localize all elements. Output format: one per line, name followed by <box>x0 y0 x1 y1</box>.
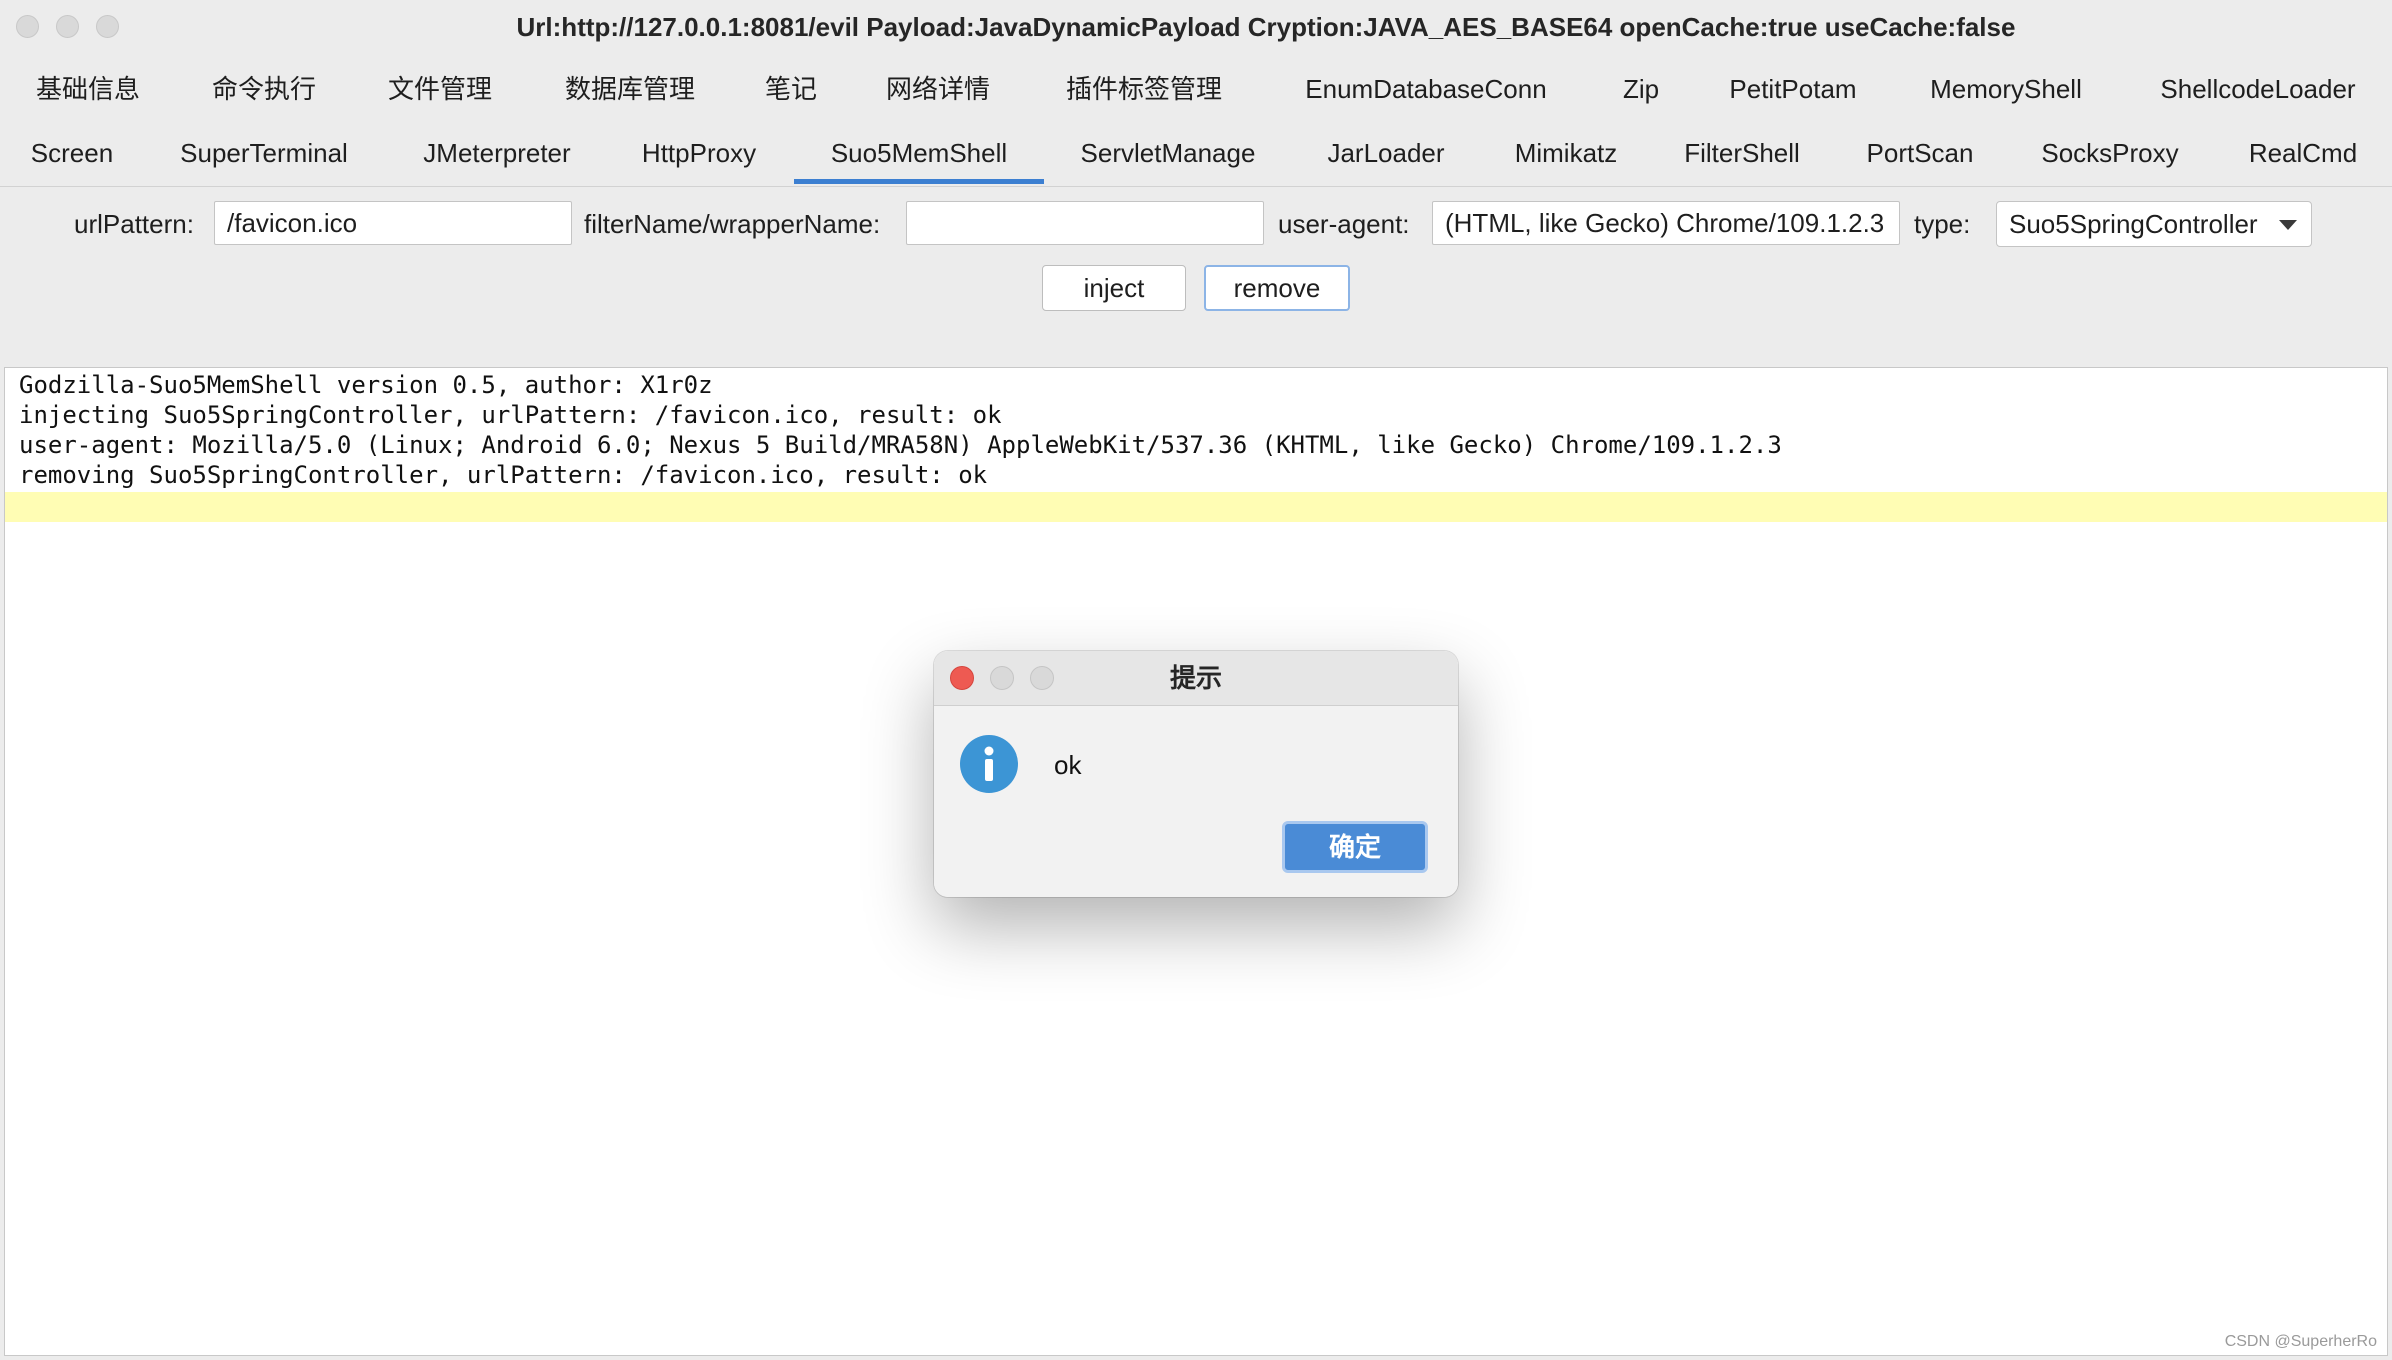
inject-button[interactable]: inject <box>1042 265 1186 311</box>
tab-network-details[interactable]: 网络详情 <box>870 58 1006 120</box>
dialog-message: ok <box>1054 750 1082 780</box>
console-line: user-agent: Mozilla/5.0 (Linux; Android … <box>19 431 1782 459</box>
tab-memoryshell[interactable]: MemoryShell <box>1912 58 2100 120</box>
dialog-title: 提示 <box>1169 663 1222 693</box>
current-line-highlight <box>5 492 2387 522</box>
tab-httpproxy[interactable]: HttpProxy <box>630 122 768 184</box>
tab-basic-info[interactable]: 基础信息 <box>20 58 156 120</box>
info-icon <box>960 735 1018 793</box>
tab-servletmanage[interactable]: ServletManage <box>1072 122 1264 184</box>
console-line: removing Suo5SpringController, urlPatter… <box>19 461 988 489</box>
tab-shellcodeloader[interactable]: ShellcodeLoader <box>2142 58 2374 120</box>
url-pattern-input[interactable]: /favicon.ico <box>214 201 572 245</box>
user-agent-label: user-agent: <box>1278 209 1410 239</box>
tab-jmeterpreter[interactable]: JMeterpreter <box>408 122 586 184</box>
watermark: CSDN @SuperherRo <box>2224 1333 2377 1350</box>
title-bar: Url:http://127.0.0.1:8081/evil Payload:J… <box>0 0 2392 54</box>
filter-name-input[interactable] <box>906 201 1264 245</box>
tab-zip[interactable]: Zip <box>1606 58 1676 120</box>
type-select[interactable]: Suo5SpringController <box>1996 201 2312 247</box>
tab-jarloader[interactable]: JarLoader <box>1314 122 1458 184</box>
tab-database-manager[interactable]: 数据库管理 <box>548 58 712 120</box>
filter-name-label: filterName/wrapperName: <box>584 209 881 239</box>
window-title: Url:http://127.0.0.1:8081/evil Payload:J… <box>516 12 2016 42</box>
tab-file-manager[interactable]: 文件管理 <box>372 58 508 120</box>
confirm-button[interactable]: 确定 <box>1282 821 1428 873</box>
tab-petitpotam[interactable]: PetitPotam <box>1718 58 1868 120</box>
tab-realcmd[interactable]: RealCmd <box>2238 122 2368 184</box>
tab-mimikatz[interactable]: Mimikatz <box>1502 122 1630 184</box>
tab-command-exec[interactable]: 命令执行 <box>196 58 332 120</box>
tab-portscan[interactable]: PortScan <box>1858 122 1982 184</box>
message-dialog: 提示 ok 确定 <box>934 651 1458 897</box>
tab-row-1: 基础信息 命令执行 文件管理 数据库管理 笔记 网络详情 插件标签管理 Enum… <box>0 58 2392 120</box>
tab-notes[interactable]: 笔记 <box>746 58 836 120</box>
type-label: type: <box>1914 209 1971 239</box>
tab-enum-database-conn[interactable]: EnumDatabaseConn <box>1290 58 1562 120</box>
app-window: Url:http://127.0.0.1:8081/evil Payload:J… <box>0 0 2392 1360</box>
injection-form: urlPattern: /favicon.ico filterName/wrap… <box>0 186 2392 367</box>
remove-button[interactable]: remove <box>1204 265 1350 311</box>
user-agent-input[interactable]: (HTML, like Gecko) Chrome/109.1.2.3 <box>1432 201 1900 245</box>
type-select-value: Suo5SpringController <box>2009 209 2258 239</box>
url-pattern-label: urlPattern: <box>74 209 194 239</box>
chevron-down-icon <box>2279 220 2297 230</box>
console-line: Godzilla-Suo5MemShell version 0.5, autho… <box>19 371 713 399</box>
tab-plugin-tag-manager[interactable]: 插件标签管理 <box>1046 58 1242 120</box>
tab-filtershell[interactable]: FilterShell <box>1674 122 1810 184</box>
tab-superterminal[interactable]: SuperTerminal <box>170 122 358 184</box>
dialog-title-bar: 提示 <box>934 651 1458 706</box>
tab-suo5memshell[interactable]: Suo5MemShell <box>794 122 1044 184</box>
tab-row-2: Screen SuperTerminal JMeterpreter HttpPr… <box>0 122 2392 184</box>
tab-screen[interactable]: Screen <box>18 122 126 184</box>
console-line: injecting Suo5SpringController, urlPatte… <box>19 401 1002 429</box>
tab-socksproxy[interactable]: SocksProxy <box>2026 122 2194 184</box>
